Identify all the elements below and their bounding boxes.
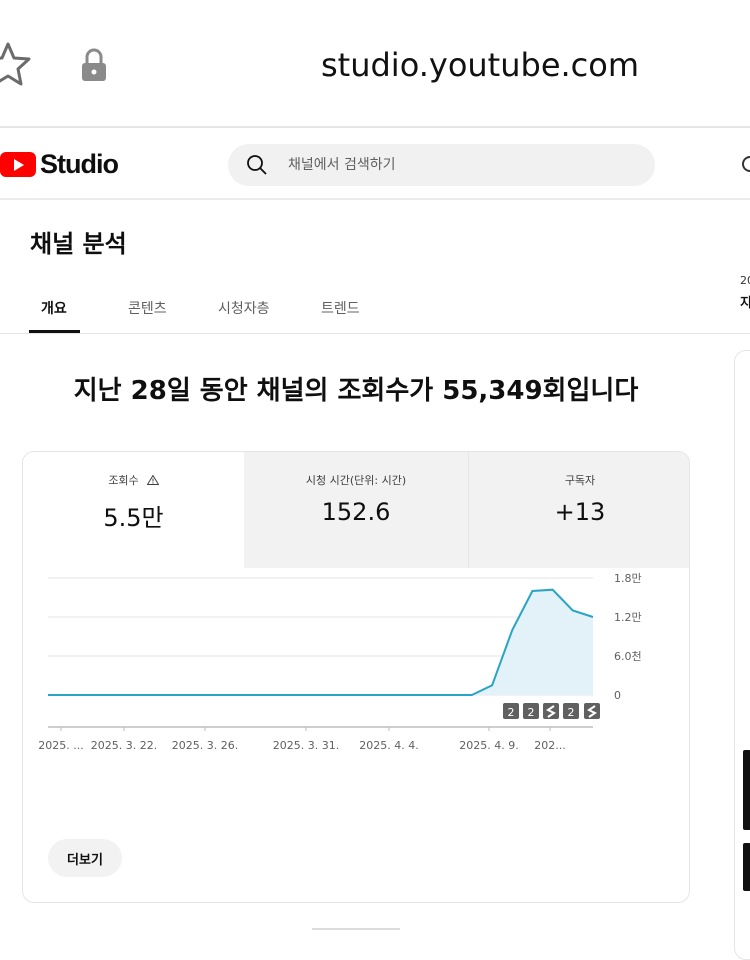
marker-label: 2 bbox=[508, 706, 515, 719]
y-tick-label: 0 bbox=[614, 689, 621, 702]
metric-value: +13 bbox=[554, 498, 606, 526]
metric-label: 구독자 bbox=[564, 474, 596, 487]
overview-card: 조회수 5.5만 시청 시간(단위: 시간) 152.6 구독자 +13 1.8… bbox=[22, 451, 690, 903]
browser-url-bar: studio.youtube.com bbox=[0, 0, 750, 128]
analytics-tabs: 개요 콘텐츠 시청자층 트렌드 bbox=[0, 288, 750, 334]
metric-watch-time[interactable]: 시청 시간(단위: 시간) 152.6 bbox=[244, 452, 468, 568]
marker-label: 2 bbox=[568, 706, 575, 719]
upload-marker-icon[interactable]: 2 bbox=[503, 703, 519, 719]
area-fill bbox=[48, 589, 593, 695]
tab-trends[interactable]: 트렌드 bbox=[321, 298, 360, 318]
shorts-marker-icon[interactable] bbox=[543, 703, 559, 719]
y-tick-label: 6.0천 bbox=[614, 649, 642, 663]
search-input[interactable] bbox=[288, 152, 628, 178]
logo-text: Studio bbox=[40, 148, 119, 179]
upload-marker-icon[interactable]: 2 bbox=[563, 703, 579, 719]
x-tick-label: 2025. 3. 26. bbox=[172, 739, 238, 752]
x-tick-label: 2025. 4. 4. bbox=[359, 739, 418, 752]
side-panel-bar bbox=[743, 750, 750, 830]
side-panel-text: 20 bbox=[740, 274, 750, 287]
tab-overview[interactable]: 개요 bbox=[41, 298, 67, 318]
metric-label: 시청 시간(단위: 시간) bbox=[305, 474, 407, 487]
overview-headline: 지난 28일 동안 채널의 조회수가 55,349회입니다 bbox=[73, 376, 639, 406]
page-title: 채널 분석 bbox=[30, 230, 127, 258]
upload-marker-icon[interactable]: 2 bbox=[523, 703, 539, 719]
metric-label: 조회수 bbox=[23, 472, 244, 488]
tab-content[interactable]: 콘텐츠 bbox=[128, 298, 167, 318]
url-text[interactable]: studio.youtube.com bbox=[0, 46, 750, 84]
y-tick-label: 1.8만 bbox=[614, 572, 642, 585]
scroll-indicator bbox=[312, 928, 400, 930]
metric-views[interactable]: 조회수 5.5만 bbox=[23, 452, 244, 568]
metric-value: 5.5만 bbox=[103, 504, 164, 532]
metric-subscribers[interactable]: 구독자 +13 bbox=[468, 452, 689, 568]
search-icon[interactable] bbox=[246, 154, 268, 176]
shorts-marker-icon[interactable] bbox=[584, 703, 600, 719]
youtube-play-icon bbox=[0, 151, 36, 177]
warning-icon bbox=[146, 475, 159, 485]
metric-value: 152.6 bbox=[321, 498, 391, 526]
x-tick-label: 2025. 3. 22. bbox=[91, 739, 157, 752]
x-tick-label: 2025. ... bbox=[38, 739, 83, 752]
x-tick-label: 2025. 3. 31. bbox=[273, 739, 339, 752]
active-tab-indicator bbox=[29, 330, 80, 333]
more-button[interactable]: 더보기 bbox=[48, 839, 122, 877]
search-bar[interactable] bbox=[228, 144, 655, 186]
x-tick-label: 2025. 4. 9. bbox=[459, 739, 518, 752]
side-panel-heading: 지 bbox=[740, 296, 750, 311]
marker-label: 2 bbox=[528, 706, 535, 719]
views-chart: 1.8만 1.2만 6.0천 0 2025. ... 2025. 3. 22. 2025. … bbox=[38, 572, 642, 752]
x-tick-label: 202... bbox=[534, 739, 566, 752]
youtube-studio-logo[interactable]: Studio bbox=[0, 148, 119, 180]
y-tick-label: 1.2만 bbox=[614, 611, 642, 624]
tab-audience[interactable]: 시청자층 bbox=[218, 298, 270, 318]
side-panel-bar bbox=[743, 843, 750, 891]
